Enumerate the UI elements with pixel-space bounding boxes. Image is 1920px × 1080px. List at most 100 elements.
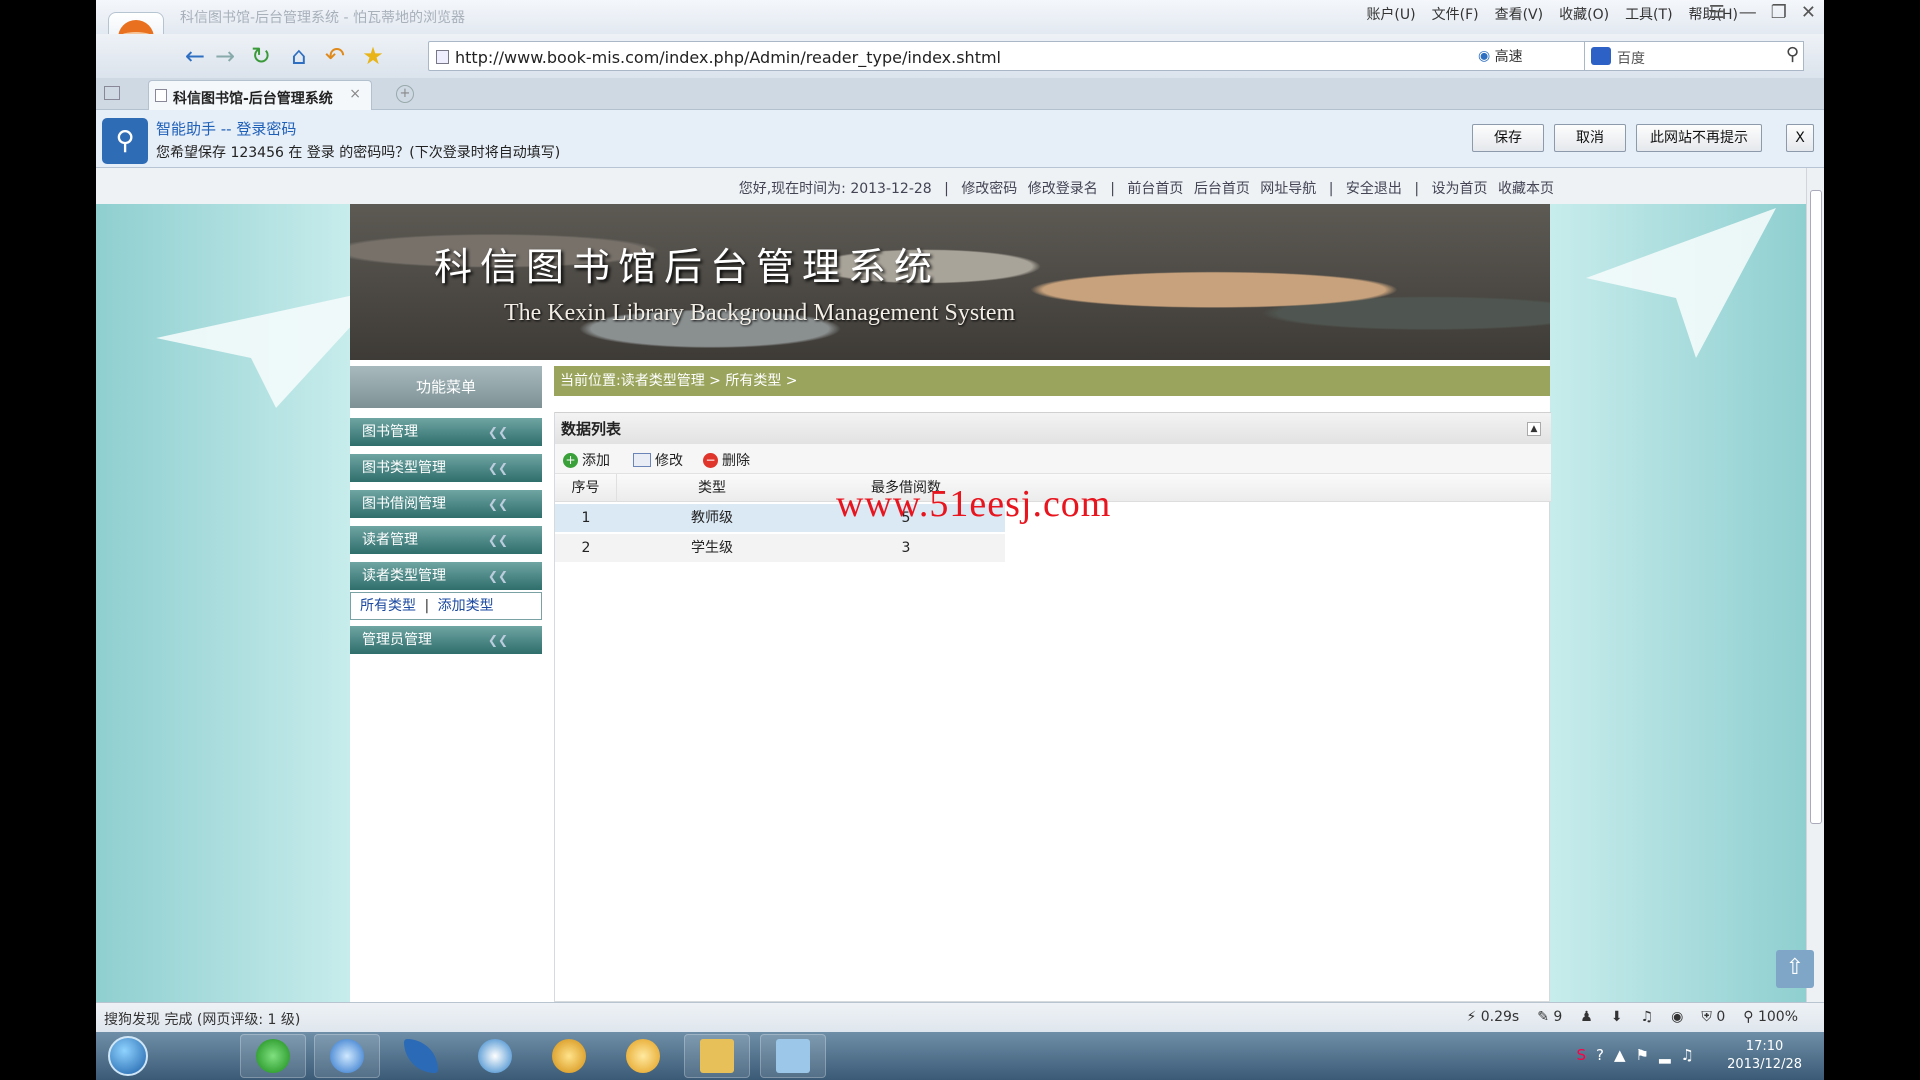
address-url[interactable]: http://www.book-mis.com/index.php/Admin/… [455,48,1001,67]
menu-tools[interactable]: 工具(T) [1625,4,1672,24]
app-k-icon [478,1039,512,1073]
link-change-login[interactable]: 修改登录名 [1028,181,1098,197]
speed-mode-button[interactable]: ◉ 高速 [1478,41,1523,71]
browser-window: 科信图书馆-后台管理系统 - 怕瓦蒂地的浏览器 账户(U) 文件(F) 查看(V… [96,0,1824,1080]
network-icon[interactable]: ▲ [1614,1046,1626,1064]
separator: | [1110,181,1115,197]
folder-icon [700,1039,734,1073]
favorite-star-icon[interactable]: ★ [356,40,390,72]
sidebar-item-reader-types[interactable]: 读者类型管理 ❮❮ [350,562,542,590]
scrollbar-thumb[interactable] [1810,190,1822,824]
edit-button[interactable]: 修改 [633,450,683,470]
back-icon[interactable]: ← [178,40,212,72]
system-tray: S ? ▲ ⚑ ▂ ♫ [1577,1046,1695,1064]
navigation-bar: ← → ↻ ⌂ ↶ ★ http://www.book-mis.com/inde… [96,34,1824,78]
home-icon[interactable]: ⌂ [282,40,316,72]
sidebar-item-borrowing[interactable]: 图书借阅管理 ❮❮ [350,490,542,518]
ime-icon[interactable]: S [1577,1046,1587,1064]
column-header-no[interactable]: 序号 [555,474,617,502]
volume-icon[interactable]: ♫ [1641,1009,1654,1025]
link-change-password[interactable]: 修改密码 [961,181,1017,197]
taskbar-app-4[interactable] [462,1034,528,1078]
separator: | [944,181,949,197]
link-bookmark[interactable]: 收藏本页 [1498,181,1554,197]
sidebar-toggle-icon[interactable] [104,86,120,100]
collapse-icon[interactable]: ▲ [1527,422,1541,436]
taskbar-explorer[interactable] [684,1034,750,1078]
taskbar-app-5[interactable] [536,1034,602,1078]
start-button-icon[interactable] [108,1036,148,1076]
paper-plane-right-decor [1586,208,1776,358]
taskbar-app-3[interactable] [388,1034,454,1078]
signal-icon[interactable]: ▂ [1659,1046,1671,1064]
cancel-password-button[interactable]: 取消 [1554,124,1626,152]
tab-bar: 科信图书馆-后台管理系统 × + [96,78,1824,110]
forward-icon[interactable]: → [208,40,242,72]
vertical-scrollbar[interactable] [1806,168,1824,1002]
sidebar-item-books[interactable]: 图书管理 ❮❮ [350,418,542,446]
back-to-top-icon[interactable]: ⇧ [1776,950,1814,988]
sidebar-header: 功能菜单 [350,366,542,408]
close-icon[interactable]: ✕ [1801,2,1816,23]
link-front-home[interactable]: 前台首页 [1127,181,1183,197]
sidebar-item-book-types[interactable]: 图书类型管理 ❮❮ [350,454,542,482]
delete-button[interactable]: − 删除 [703,450,750,470]
speed-label: 高速 [1494,49,1523,65]
shield-count[interactable]: ⛨ 0 [1701,1009,1725,1025]
column-header-type[interactable]: 类型 [617,474,807,502]
undo-icon[interactable]: ↶ [318,40,352,72]
flag-icon[interactable]: ⚑ [1636,1046,1649,1064]
link-site-nav[interactable]: 网址导航 [1260,181,1316,197]
taskbar-app-2[interactable] [314,1034,380,1078]
window-controls: ☰ — ❐ ✕ [1709,2,1816,23]
speaker-icon[interactable]: ♫ [1681,1046,1694,1064]
chevron-icon: ❮❮ [487,633,508,647]
menu-file[interactable]: 文件(F) [1432,4,1479,24]
help-icon[interactable]: ? [1596,1046,1604,1064]
link-logout[interactable]: 安全退出 [1346,181,1402,197]
restore-icon[interactable]: ❐ [1771,2,1787,23]
user-icon[interactable]: ♟ [1580,1009,1593,1025]
taskbar-app-6[interactable] [610,1034,676,1078]
clock[interactable]: 17:10 2013/12/28 [1727,1038,1802,1074]
taskbar-app-1[interactable] [240,1034,306,1078]
add-button[interactable]: + 添加 [563,450,610,470]
submenu-add-type[interactable]: 添加类型 [438,598,494,614]
link-admin-home[interactable]: 后台首页 [1194,181,1250,197]
download-icon[interactable]: ⬇ [1611,1009,1623,1025]
taskbar-app-8[interactable] [760,1034,826,1078]
never-remind-button[interactable]: 此网站不再提示 [1636,124,1762,152]
count-1[interactable]: ✎ 9 [1537,1009,1562,1025]
search-icon[interactable]: ⚲ [1786,44,1799,65]
refresh-icon[interactable]: ↻ [244,40,278,72]
taskbar: S ? ▲ ⚑ ▂ ♫ 17:10 2013/12/28 [96,1032,1824,1080]
panel-title-bar: 数据列表 ▲ [555,412,1551,444]
search-box[interactable]: 百度 ⚲ [1584,41,1804,71]
minimize-icon[interactable]: — [1739,2,1757,23]
menu-view[interactable]: 查看(V) [1495,4,1544,24]
address-bar[interactable]: http://www.book-mis.com/index.php/Admin/… [428,41,1614,71]
menu-account[interactable]: 账户(U) [1366,4,1415,24]
watermark: www.51eesj.com [836,483,1112,525]
speed-icon: ◉ [1478,48,1491,64]
link-set-homepage[interactable]: 设为首页 [1432,181,1488,197]
app-bird-icon [404,1039,438,1073]
menu-favorites[interactable]: 收藏(O) [1559,4,1609,24]
panel-toolbar: + 添加 修改 − 删除 [555,444,1551,474]
table-row[interactable]: 2 学生级 3 [555,534,1005,562]
key-icon: ⚲ [102,118,148,164]
page-viewport: 您好,现在时间为: 2013-12-28 | 修改密码 修改登录名 | 前台首页… [96,168,1806,1002]
tab-close-icon[interactable]: × [349,86,361,102]
sidebar-item-admins[interactable]: 管理员管理 ❮❮ [350,626,542,654]
skin-icon[interactable]: ☰ [1709,2,1725,23]
sidebar: 功能菜单 图书管理 ❮❮ 图书类型管理 ❮❮ 图书借阅管理 ❮❮ 读者管理 ❮❮ 读者类… [350,366,542,1002]
sidebar-item-readers[interactable]: 读者管理 ❮❮ [350,526,542,554]
save-password-button[interactable]: 保存 [1472,124,1544,152]
close-password-bar-button[interactable]: X [1786,124,1814,152]
zoom-level[interactable]: ⚲ 100% [1743,1009,1798,1025]
tab-active[interactable]: 科信图书馆-后台管理系统 × [148,80,372,110]
top-links-bar: 您好,现在时间为: 2013-12-28 | 修改密码 修改登录名 | 前台首页… [96,168,1806,204]
new-tab-icon[interactable]: + [396,85,414,103]
submenu-all-types[interactable]: 所有类型 [360,598,416,614]
eye-icon[interactable]: ◉ [1671,1009,1683,1025]
